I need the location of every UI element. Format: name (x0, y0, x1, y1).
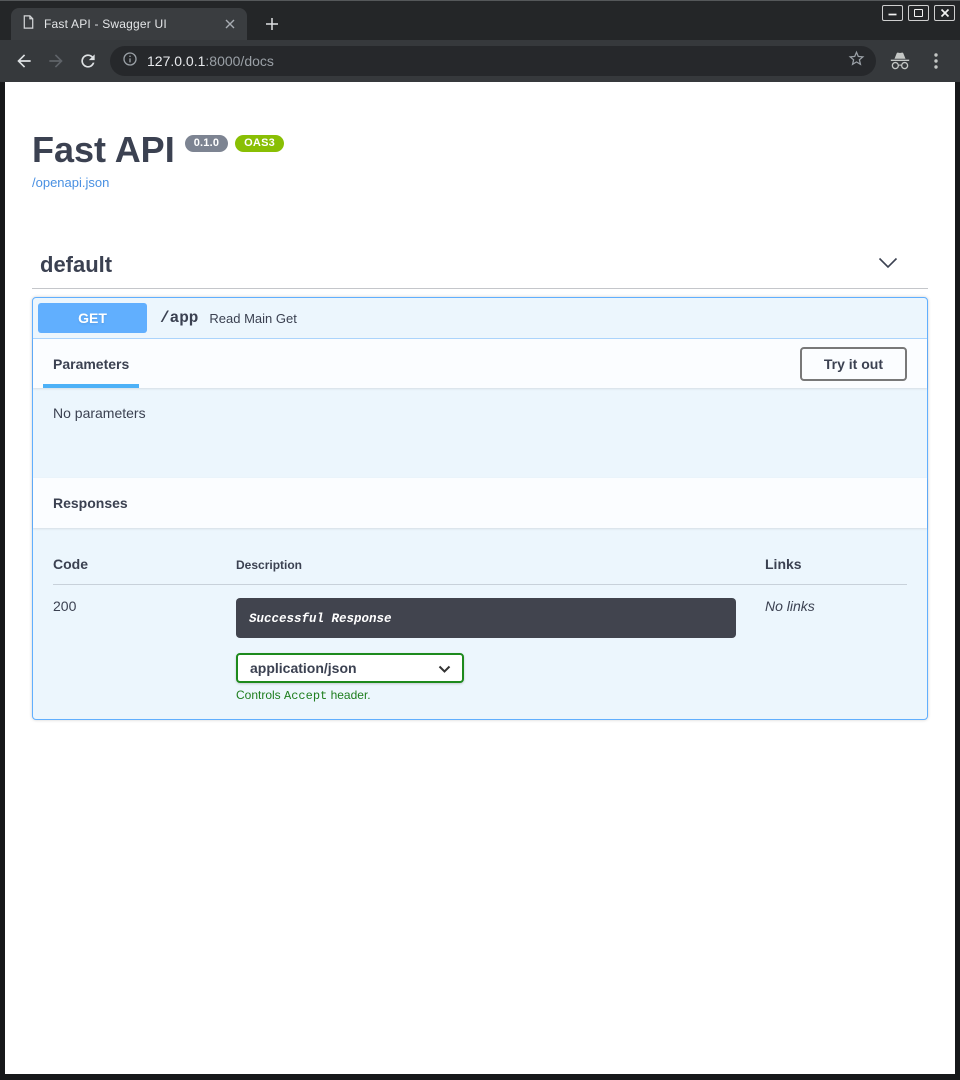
browser-tab[interactable]: Fast API - Swagger UI (11, 8, 247, 40)
responses-label: Responses (53, 495, 128, 511)
openapi-spec-link[interactable]: /openapi.json (32, 175, 109, 190)
media-type-row: application/json Controls Accept header. (236, 653, 907, 703)
tag-name: default (40, 252, 112, 278)
response-description-box: Successful Response (236, 598, 736, 638)
toolbar-right (884, 45, 952, 77)
operation-summary-text: Read Main Get (209, 311, 296, 326)
forward-button[interactable] (40, 45, 72, 77)
operation-summary[interactable]: GET /app Read Main Get (33, 298, 927, 339)
method-badge-get: GET (38, 303, 147, 333)
responses-table-header: Code Description Links (53, 556, 907, 585)
table-row: 200 Successful Response No links (53, 585, 907, 638)
reload-button[interactable] (72, 45, 104, 77)
window-controls (882, 5, 955, 21)
url-path: :8000/docs (205, 53, 274, 69)
version-badge: 0.1.0 (185, 135, 228, 152)
back-button[interactable] (8, 45, 40, 77)
accept-header-hint: Controls Accept header. (236, 688, 907, 703)
incognito-icon[interactable] (884, 45, 916, 77)
url-host: 127.0.0.1 (147, 53, 205, 69)
select-chevron-icon (438, 660, 451, 676)
hint-code: Accept (284, 689, 327, 703)
no-parameters-text: No parameters (53, 405, 146, 421)
bookmark-star-icon[interactable] (847, 49, 866, 73)
maximize-icon (914, 9, 923, 17)
column-header-description: Description (236, 558, 765, 572)
site-info-icon[interactable] (122, 51, 138, 72)
response-links: No links (765, 598, 907, 638)
minimize-button[interactable] (882, 5, 903, 21)
tab-title: Fast API - Swagger UI (44, 17, 221, 31)
page-favicon-icon (21, 14, 36, 35)
page-viewport: Fast API0.1.0OAS3 /openapi.json default … (5, 82, 955, 1074)
try-it-out-button[interactable]: Try it out (800, 347, 907, 381)
operation-path: /app (160, 309, 198, 327)
parameters-body: No parameters (33, 388, 927, 478)
media-type-value: application/json (250, 660, 357, 676)
responses-header: Responses (33, 478, 927, 528)
page-title: Fast API 0.1.0 OAS3 (32, 132, 928, 168)
opblock-get-app: GET /app Read Main Get Parameters Try it… (32, 297, 928, 720)
browser-toolbar: 127.0.0.1:8000/docs (0, 40, 960, 82)
hint-prefix: Controls (236, 688, 284, 702)
maximize-button[interactable] (908, 5, 929, 21)
tab-close-icon[interactable] (221, 15, 239, 33)
api-info: Fast API 0.1.0 OAS3 /openapi.json (32, 132, 928, 192)
url-bar[interactable]: 127.0.0.1:8000/docs (110, 46, 876, 76)
oas3-badge: OAS3 (235, 135, 284, 152)
responses-body: Code Description Links 200 Successful Re… (33, 528, 927, 719)
media-type-select[interactable]: application/json (236, 653, 464, 683)
response-code: 200 (53, 598, 236, 638)
browser-menu-icon[interactable] (920, 45, 952, 77)
column-header-code: Code (53, 556, 236, 572)
api-title-text: Fast API (32, 129, 175, 170)
chevron-down-icon[interactable] (878, 256, 898, 274)
response-description-cell: Successful Response (236, 598, 765, 638)
hint-suffix: header. (327, 688, 370, 702)
parameters-header: Parameters Try it out (33, 339, 927, 388)
new-tab-button[interactable] (258, 10, 286, 38)
titlebar: Fast API - Swagger UI (0, 0, 960, 40)
tag-section-default[interactable]: default (32, 242, 928, 289)
tab-parameters[interactable]: Parameters (53, 339, 129, 388)
window-frame-highlight (0, 0, 960, 1)
response-description-text: Successful Response (249, 612, 392, 626)
url-text: 127.0.0.1:8000/docs (147, 53, 847, 69)
close-button[interactable] (934, 5, 955, 21)
browser-window: Fast API - Swagger UI (0, 0, 960, 1080)
column-header-links: Links (765, 556, 907, 572)
